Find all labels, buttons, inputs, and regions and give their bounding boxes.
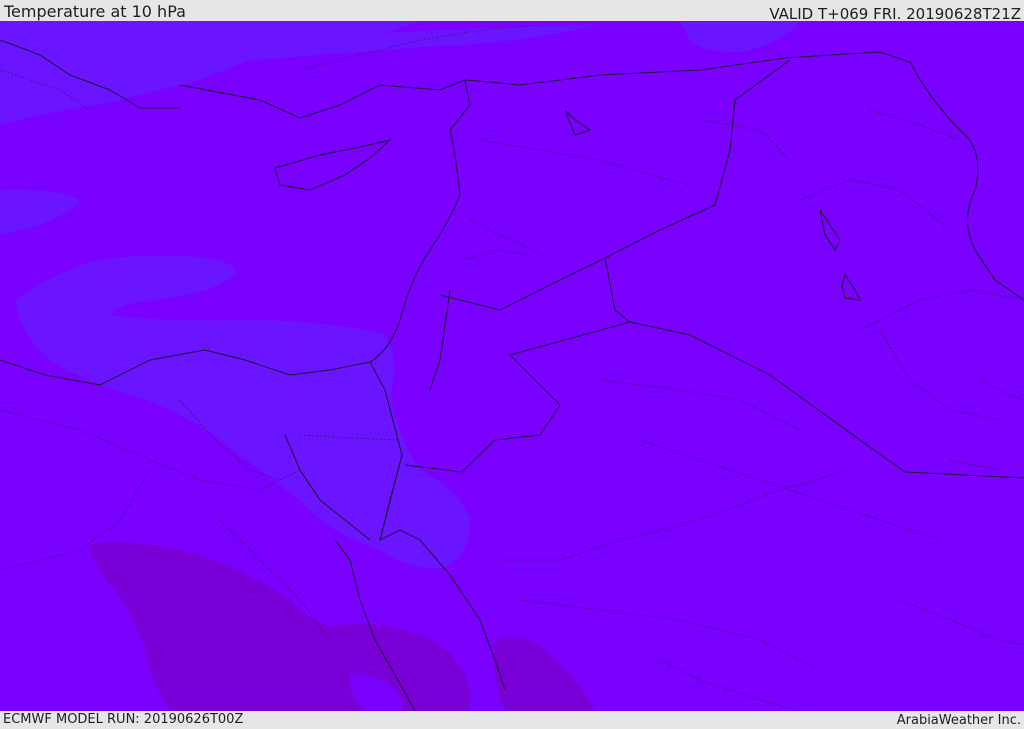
map-svg: [0, 21, 1024, 711]
map-title: Temperature at 10 hPa: [4, 2, 186, 21]
model-run-label: ECMWF MODEL RUN: 20190626T00Z: [3, 712, 244, 727]
header-bar: Temperature at 10 hPa VALID T+069 FRI. 2…: [0, 0, 1024, 24]
map-canvas[interactable]: [0, 21, 1024, 711]
weather-map-frame: Temperature at 10 hPa VALID T+069 FRI. 2…: [0, 0, 1024, 729]
credit-label: ArabiaWeather Inc.: [896, 713, 1021, 728]
footer-bar: ECMWF MODEL RUN: 20190626T00Z ArabiaWeat…: [0, 711, 1024, 729]
